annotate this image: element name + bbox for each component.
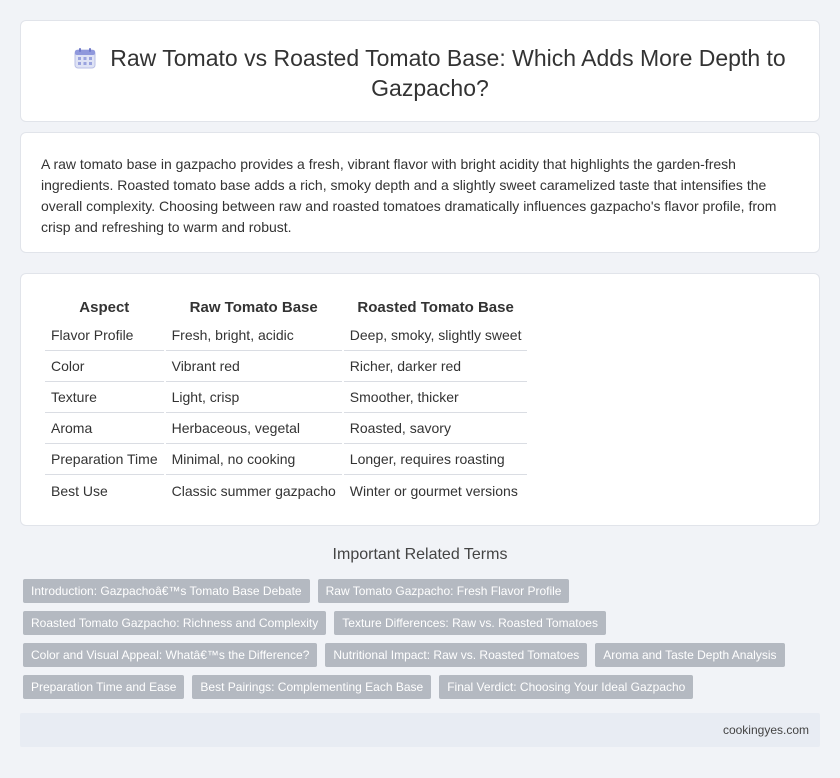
- comparison-card: Aspect Raw Tomato Base Roasted Tomato Ba…: [20, 273, 820, 526]
- summary-text: A raw tomato base in gazpacho provides a…: [41, 156, 777, 235]
- footer: cookingyes.com: [20, 713, 820, 747]
- table-row: Best Use Classic summer gazpacho Winter …: [45, 475, 527, 506]
- calendar-icon: [74, 48, 96, 69]
- comparison-table: Aspect Raw Tomato Base Roasted Tomato Ba…: [43, 294, 529, 506]
- table-cell: Vibrant red: [165, 351, 342, 382]
- table-row: Color Vibrant red Richer, darker red: [45, 351, 528, 382]
- table-cell: Preparation Time: [45, 444, 164, 475]
- page-title: Raw Tomato vs Roasted Tomato Base: Which…: [110, 45, 786, 101]
- table-cell: Richer, darker red: [343, 351, 528, 382]
- table-cell: Texture: [45, 382, 164, 413]
- related-term-tag[interactable]: Color and Visual Appeal: Whatâ€™s the Di…: [23, 643, 318, 667]
- table-cell: Flavor Profile: [45, 320, 164, 351]
- footer-site-link[interactable]: cookingyes.com: [723, 723, 809, 737]
- table-cell: Minimal, no cooking: [165, 444, 342, 475]
- tag-row: Roasted Tomato Gazpacho: Richness and Co…: [23, 611, 813, 635]
- table-row: Texture Light, crisp Smoother, thicker: [45, 382, 528, 413]
- table-cell: Winter or gourmet versions: [349, 482, 518, 499]
- table-row: Flavor Profile Fresh, bright, acidic Dee…: [45, 320, 528, 351]
- table-cell: Aroma: [45, 413, 164, 444]
- table-row: Aroma Herbaceous, vegetal Roasted, savor…: [45, 413, 528, 444]
- table-cell: Classic summer gazpacho: [171, 482, 336, 499]
- related-term-tag[interactable]: Texture Differences: Raw vs. Roasted Tom…: [334, 611, 606, 635]
- column-header-raw: Raw Tomato Base: [189, 299, 318, 316]
- table-cell: Roasted, savory: [343, 413, 528, 444]
- table-header-row: Aspect Raw Tomato Base Roasted Tomato Ba…: [45, 294, 527, 320]
- tag-row: Color and Visual Appeal: Whatâ€™s the Di…: [23, 643, 813, 667]
- summary-card: A raw tomato base in gazpacho provides a…: [20, 132, 820, 253]
- table-cell: Fresh, bright, acidic: [165, 320, 342, 351]
- page-title-wrap: Raw Tomato vs Roasted Tomato Base: Which…: [61, 43, 799, 103]
- title-card: Raw Tomato vs Roasted Tomato Base: Which…: [20, 20, 820, 122]
- related-term-tag[interactable]: Roasted Tomato Gazpacho: Richness and Co…: [23, 611, 327, 635]
- column-header-roasted: Roasted Tomato Base: [357, 299, 514, 316]
- related-terms-heading: Important Related Terms: [332, 546, 508, 563]
- table-cell: Deep, smoky, slightly sweet: [343, 320, 528, 351]
- related-term-tag[interactable]: Final Verdict: Choosing Your Ideal Gazpa…: [439, 675, 694, 699]
- table-cell: Herbaceous, vegetal: [165, 413, 342, 444]
- table-cell: Color: [45, 351, 164, 382]
- related-term-tag[interactable]: Raw Tomato Gazpacho: Fresh Flavor Profil…: [317, 579, 570, 603]
- related-terms-list: Introduction: Gazpachoâ€™s Tomato Base D…: [23, 579, 813, 707]
- related-term-tag[interactable]: Best Pairings: Complementing Each Base: [192, 675, 432, 699]
- tag-row: Introduction: Gazpachoâ€™s Tomato Base D…: [23, 579, 813, 603]
- related-term-tag[interactable]: Introduction: Gazpachoâ€™s Tomato Base D…: [23, 579, 310, 603]
- related-term-tag[interactable]: Preparation Time and Ease: [23, 675, 185, 699]
- table-cell: Light, crisp: [165, 382, 342, 413]
- related-term-tag[interactable]: Nutritional Impact: Raw vs. Roasted Toma…: [325, 643, 588, 667]
- table-cell: Smoother, thicker: [343, 382, 528, 413]
- table-cell: Best Use: [51, 482, 108, 499]
- table-cell: Longer, requires roasting: [343, 444, 528, 475]
- table-row: Preparation Time Minimal, no cooking Lon…: [45, 444, 528, 475]
- related-term-tag[interactable]: Aroma and Taste Depth Analysis: [595, 643, 785, 667]
- column-header-aspect: Aspect: [79, 299, 130, 316]
- tag-row: Preparation Time and Ease Best Pairings:…: [23, 675, 813, 699]
